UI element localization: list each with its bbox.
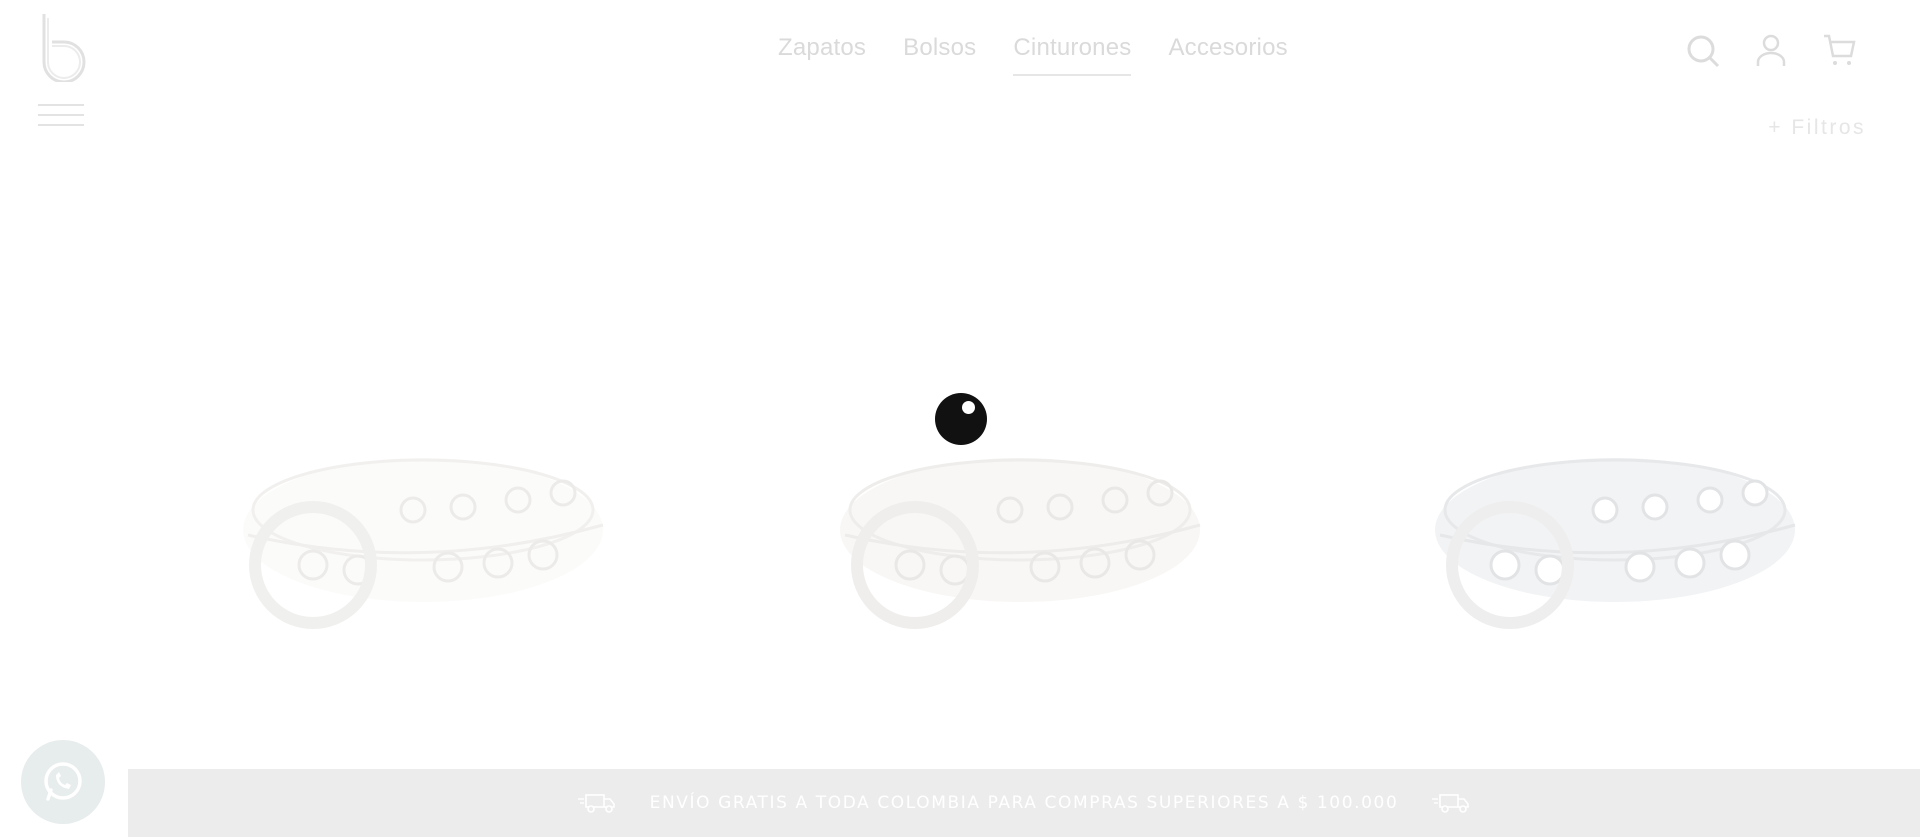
brand-logo[interactable] (38, 14, 86, 84)
promo-banner: ENVÍO GRATIS A TODA COLOMBIA PARA COMPRA… (128, 769, 1920, 837)
nav-bolsos[interactable]: Bolsos (903, 34, 976, 76)
whatsapp-icon (44, 762, 82, 801)
truck-icon (1432, 794, 1470, 813)
product-card[interactable] (233, 415, 613, 645)
cart-icon[interactable] (1822, 32, 1856, 68)
belt-image (243, 458, 604, 629)
nav-zapatos[interactable]: Zapatos (778, 34, 866, 76)
product-card[interactable] (830, 415, 1210, 645)
menu-line (38, 124, 84, 126)
nav-cinturones[interactable]: Cinturones (1013, 34, 1132, 76)
logo-b-icon (42, 14, 86, 84)
search-icon[interactable] (1686, 32, 1720, 68)
main-nav: Zapatos Bolsos Cinturones Accesorios (778, 34, 1288, 76)
belt-image (1435, 458, 1796, 629)
whatsapp-button[interactable] (21, 740, 105, 824)
menu-line (38, 114, 84, 116)
header-actions (1686, 32, 1856, 68)
belt-image (840, 458, 1201, 629)
nav-accesorios[interactable]: Accesorios (1168, 34, 1287, 76)
filters-button[interactable]: + Filtros (1768, 116, 1866, 140)
menu-button[interactable] (38, 104, 84, 126)
truck-icon (577, 794, 615, 813)
menu-line (38, 104, 84, 106)
promo-text: ENVÍO GRATIS A TODA COLOMBIA PARA COMPRA… (649, 793, 1399, 813)
loading-spinner (935, 393, 987, 445)
product-card[interactable] (1425, 415, 1805, 645)
user-icon[interactable] (1754, 32, 1788, 68)
